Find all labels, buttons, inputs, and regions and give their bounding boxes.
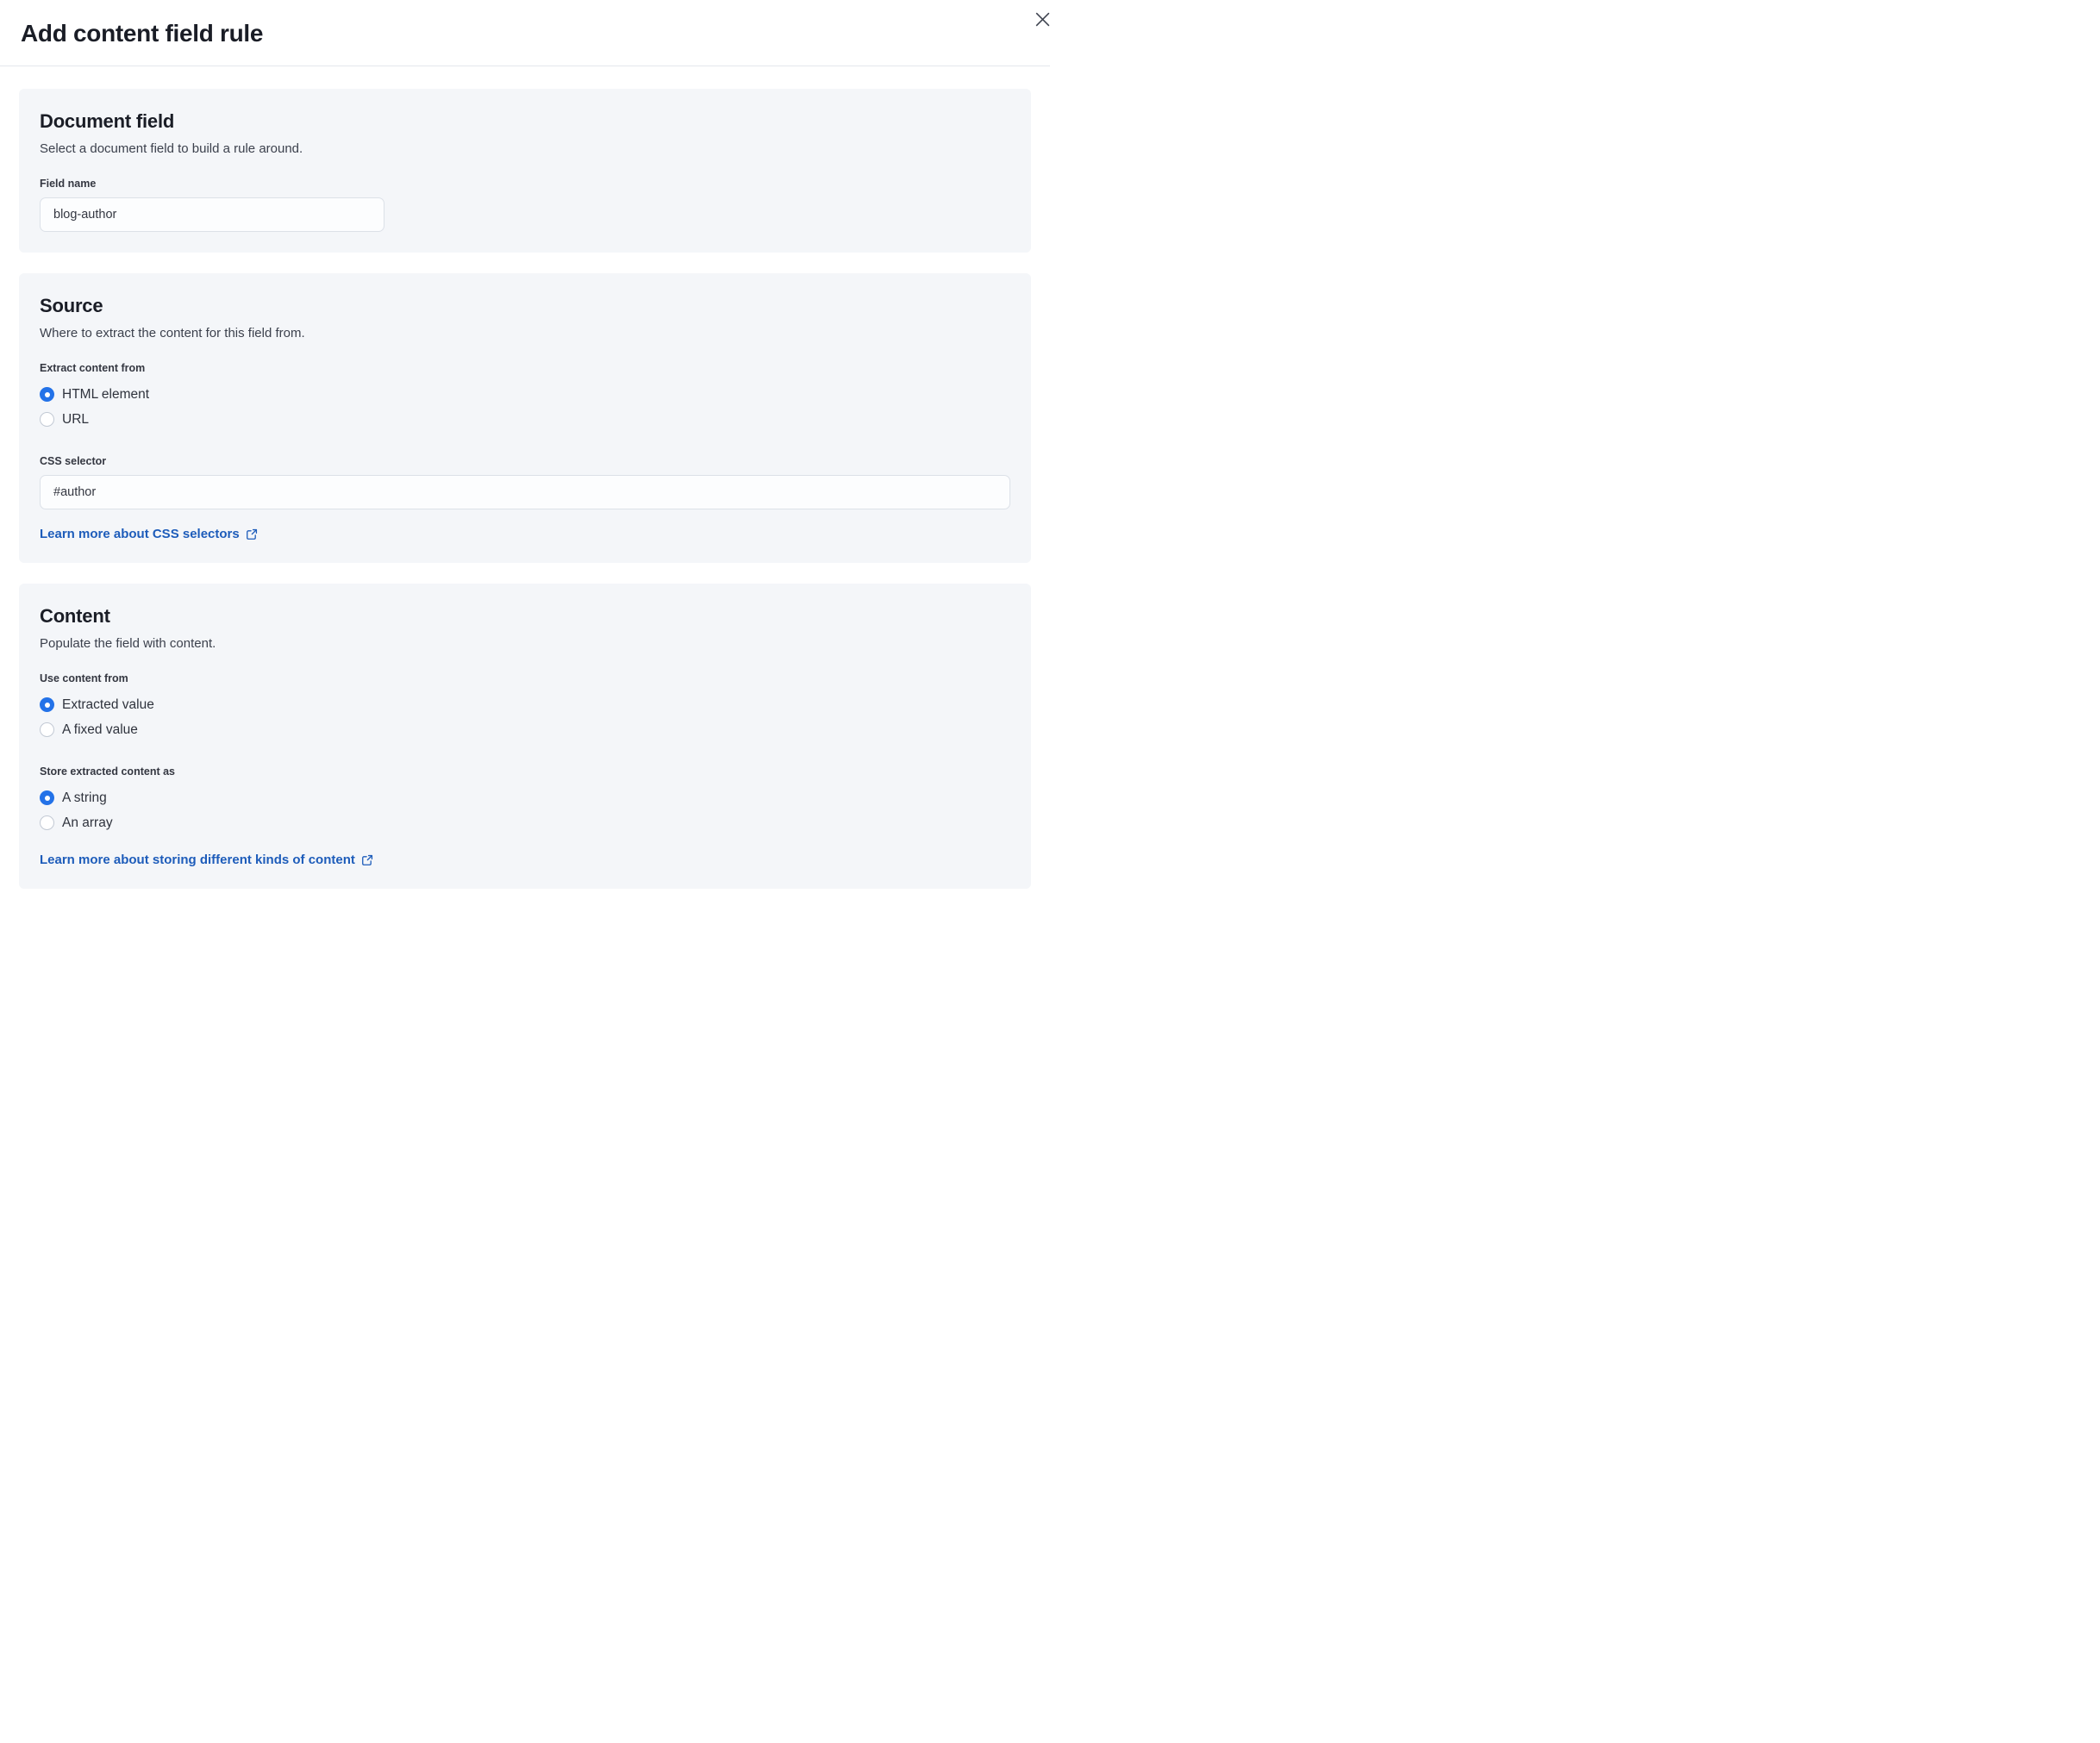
- radio-option-label[interactable]: A fixed value: [62, 721, 138, 739]
- field-name-input[interactable]: [40, 197, 384, 232]
- radio-option-label[interactable]: Extracted value: [62, 696, 154, 714]
- store-extracted-content-as-radio-group: A string An array: [40, 785, 1010, 835]
- radio-option-url[interactable]: URL: [40, 407, 1010, 432]
- radio-unselected-icon[interactable]: [40, 412, 54, 427]
- document-field-description: Select a document field to build a rule …: [40, 141, 303, 156]
- learn-more-storing-content-link[interactable]: Learn more about storing different kinds…: [40, 853, 373, 867]
- modal-title: Add content field rule: [21, 20, 264, 47]
- extract-content-from-radio-group: HTML element URL: [40, 382, 1010, 432]
- external-link-icon: [361, 854, 372, 865]
- radio-option-label[interactable]: URL: [62, 410, 89, 428]
- radio-unselected-icon[interactable]: [40, 722, 54, 737]
- document-field-panel: Document field Select a document field t…: [19, 89, 1031, 253]
- learn-more-css-selectors-link[interactable]: Learn more about CSS selectors: [40, 527, 258, 541]
- store-extracted-content-as-label: Store extracted content as: [40, 765, 175, 778]
- radio-unselected-icon[interactable]: [40, 815, 54, 830]
- use-content-from-label: Use content from: [40, 672, 128, 684]
- radio-option-extracted-value[interactable]: Extracted value: [40, 692, 1010, 717]
- learn-more-storing-content-label: Learn more about storing different kinds…: [40, 853, 355, 867]
- radio-selected-icon[interactable]: [40, 697, 54, 712]
- extract-content-from-label: Extract content from: [40, 362, 146, 374]
- source-heading: Source: [40, 295, 103, 316]
- learn-more-css-selectors-label: Learn more about CSS selectors: [40, 527, 240, 541]
- document-field-heading: Document field: [40, 110, 175, 132]
- radio-option-an-array[interactable]: An array: [40, 810, 1010, 835]
- radio-option-label[interactable]: An array: [62, 814, 113, 832]
- source-description: Where to extract the content for this fi…: [40, 326, 305, 340]
- source-panel: Source Where to extract the content for …: [19, 273, 1031, 563]
- radio-option-html-element[interactable]: HTML element: [40, 382, 1010, 407]
- css-selector-label: CSS selector: [40, 455, 107, 467]
- radio-selected-icon[interactable]: [40, 387, 54, 402]
- content-description: Populate the field with content.: [40, 636, 216, 651]
- modal-body: Document field Select a document field t…: [0, 66, 1050, 909]
- radio-option-label[interactable]: HTML element: [62, 385, 149, 403]
- radio-option-fixed-value[interactable]: A fixed value: [40, 717, 1010, 742]
- external-link-icon: [246, 528, 257, 540]
- field-name-label: Field name: [40, 178, 97, 190]
- add-content-field-rule-modal: Add content field rule Document field Se…: [0, 0, 1050, 909]
- radio-option-a-string[interactable]: A string: [40, 785, 1010, 810]
- radio-selected-icon[interactable]: [40, 790, 54, 805]
- content-panel: Content Populate the field with content.…: [19, 584, 1031, 889]
- radio-option-label[interactable]: A string: [62, 789, 107, 807]
- close-icon: [1035, 12, 1049, 26]
- modal-header: Add content field rule: [0, 0, 1050, 66]
- content-heading: Content: [40, 605, 110, 627]
- close-button[interactable]: [1030, 7, 1054, 31]
- use-content-from-radio-group: Extracted value A fixed value: [40, 692, 1010, 742]
- css-selector-input[interactable]: [40, 475, 1010, 509]
